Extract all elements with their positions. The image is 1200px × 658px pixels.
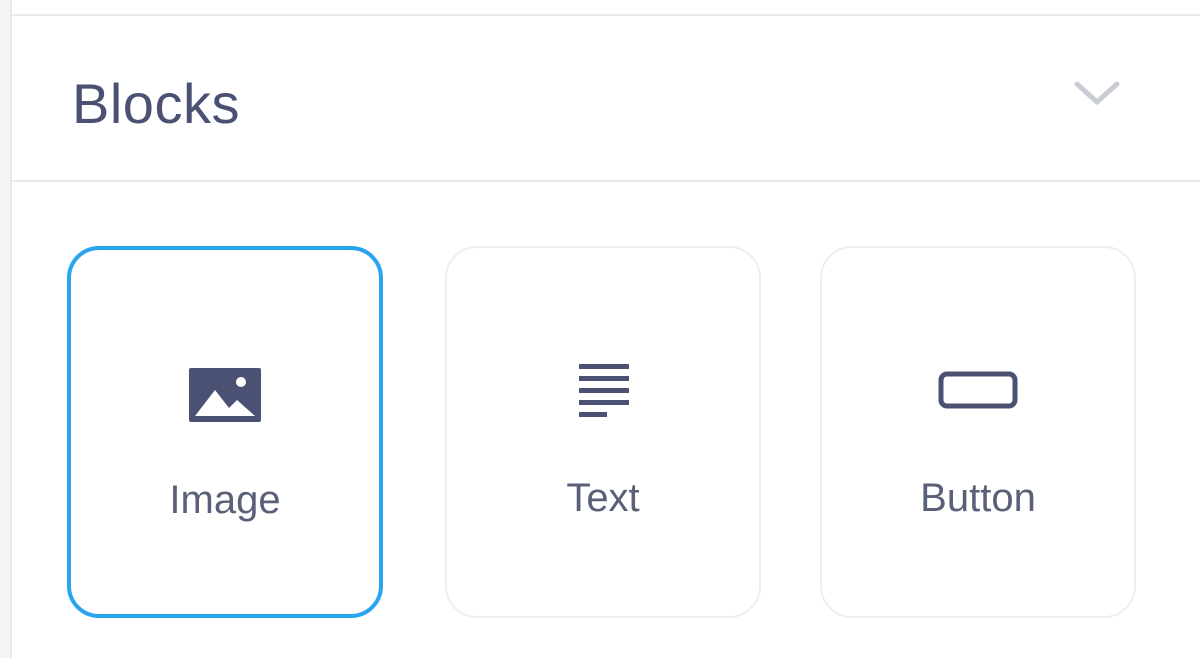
block-card-text[interactable]: Text [445, 246, 761, 618]
blocks-grid: Image Text Button [12, 182, 1200, 658]
section-title: Blocks [72, 72, 240, 135]
blocks-section-header[interactable]: Blocks [12, 16, 1200, 182]
button-rect-icon [938, 371, 1018, 409]
block-card-image[interactable]: Image [67, 246, 383, 618]
block-card-button[interactable]: Button [820, 246, 1136, 618]
block-label-image: Image [169, 478, 281, 522]
blocks-panel: Blocks Image Text Button [10, 0, 1200, 658]
block-label-button: Button [920, 476, 1036, 520]
image-icon [189, 368, 261, 422]
block-label-text: Text [566, 476, 640, 520]
chevron-down-icon[interactable] [1072, 78, 1122, 108]
text-lines-icon [579, 364, 629, 417]
